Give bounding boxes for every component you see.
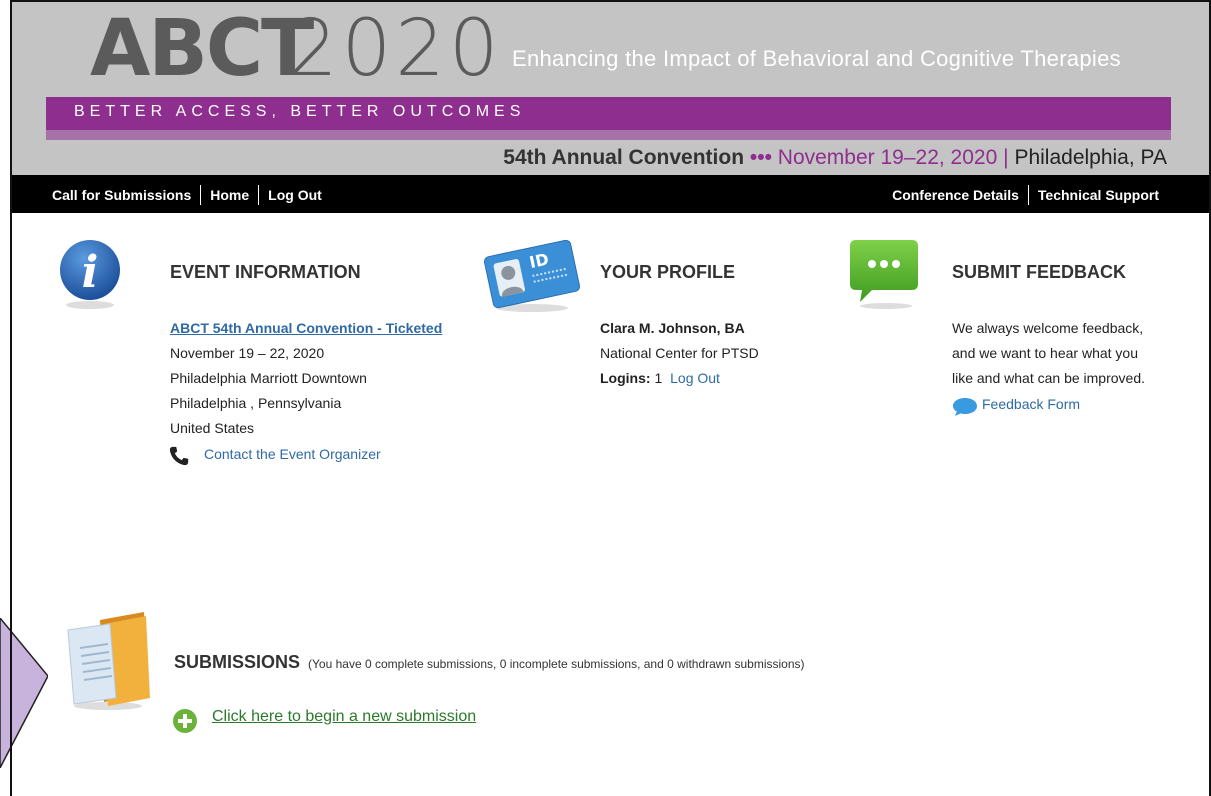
profile-details: Clara M. Johnson, BA National Center for… — [600, 316, 759, 391]
info-icon: i — [60, 240, 120, 309]
motto-bar-accent — [46, 130, 1171, 140]
profile-title: YOUR PROFILE — [600, 262, 736, 282]
svg-text:i: i — [82, 247, 99, 298]
feedback-text: We always welcome feedback, and we want … — [952, 316, 1145, 391]
nav-call-for-submissions[interactable]: Call for Submissions — [52, 187, 191, 203]
feedback-line-3: like and what can be improved. — [952, 370, 1145, 386]
convention-dots: ••• — [749, 146, 772, 169]
convention-divider: | — [1003, 146, 1009, 169]
nav-conference-details[interactable]: Conference Details — [892, 187, 1019, 203]
id-card-icon: ID — [483, 239, 581, 312]
nav-right: Conference Details Technical Support — [892, 185, 1159, 205]
speech-bubble-icon — [953, 398, 977, 416]
feedback-line-1: We always welcome feedback, — [952, 320, 1144, 336]
event-details: ABCT 54th Annual Convention - Ticketed N… — [170, 316, 442, 441]
nav-log-out[interactable]: Log Out — [268, 187, 322, 203]
contact-organizer-link[interactable]: Contact the Event Organizer — [204, 442, 381, 467]
convention-line: 54th Annual Convention ••• November 19–2… — [503, 146, 1167, 170]
nav-home[interactable]: Home — [210, 187, 249, 203]
nav-separator — [258, 185, 260, 205]
logo-year: 2020 — [288, 4, 503, 94]
nav-technical-support[interactable]: Technical Support — [1038, 187, 1159, 203]
folder-icon — [67, 612, 150, 710]
submissions-title: SUBMISSIONS (You have 0 complete submissi… — [174, 652, 805, 673]
feedback-title: SUBMIT FEEDBACK — [952, 262, 1126, 282]
event-country: United States — [170, 420, 255, 436]
feedback-line-2: and we want to hear what you — [952, 345, 1139, 361]
profile-logins: Logins: 1 Log Out — [600, 366, 759, 391]
profile-org: National Center for PTSD — [600, 345, 759, 361]
add-icon[interactable] — [172, 708, 198, 734]
page-frame: ABCT 2020 Enhancing the Impact of Behavi… — [10, 0, 1211, 796]
header-banner: ABCT 2020 Enhancing the Impact of Behavi… — [12, 2, 1209, 175]
event-dates: November 19 – 22, 2020 — [170, 345, 325, 361]
event-city: Philadelphia , Pennsylvania — [170, 395, 342, 411]
tagline: Enhancing the Impact of Behavioral and C… — [512, 46, 1121, 71]
new-submission-link[interactable]: Click here to begin a new submission — [212, 708, 476, 726]
profile-logout-link[interactable]: Log Out — [670, 370, 720, 386]
phone-icon — [169, 446, 189, 466]
nav-left: Call for Submissions Home Log Out — [52, 185, 322, 205]
logo-abct: ABCT — [90, 4, 314, 94]
feedback-form-link[interactable]: Feedback Form — [982, 392, 1080, 417]
convention-place: Philadelphia, PA — [1014, 146, 1167, 169]
convention-annual: 54th Annual Convention — [503, 146, 745, 169]
submissions-heading: SUBMISSIONS — [174, 652, 301, 672]
event-name-link[interactable]: ABCT 54th Annual Convention - Ticketed — [170, 320, 442, 336]
nav-separator — [1027, 185, 1029, 205]
motto: BETTER ACCESS, BETTER OUTCOMES — [74, 103, 526, 120]
top-nav: Call for Submissions Home Log Out Confer… — [12, 175, 1209, 213]
svg-text:ID: ID — [528, 249, 551, 272]
submissions-summary: (You have 0 complete submissions, 0 inco… — [308, 657, 805, 671]
logins-value: 1 — [654, 370, 663, 386]
event-venue: Philadelphia Marriott Downtown — [170, 370, 367, 386]
profile-name: Clara M. Johnson, BA — [600, 320, 745, 336]
convention-dates: November 19–22, 2020 — [777, 146, 998, 169]
logins-label: Logins: — [600, 370, 651, 386]
event-title: EVENT INFORMATION — [170, 262, 361, 282]
chat-bubble-icon — [850, 240, 918, 309]
nav-separator — [200, 185, 202, 205]
